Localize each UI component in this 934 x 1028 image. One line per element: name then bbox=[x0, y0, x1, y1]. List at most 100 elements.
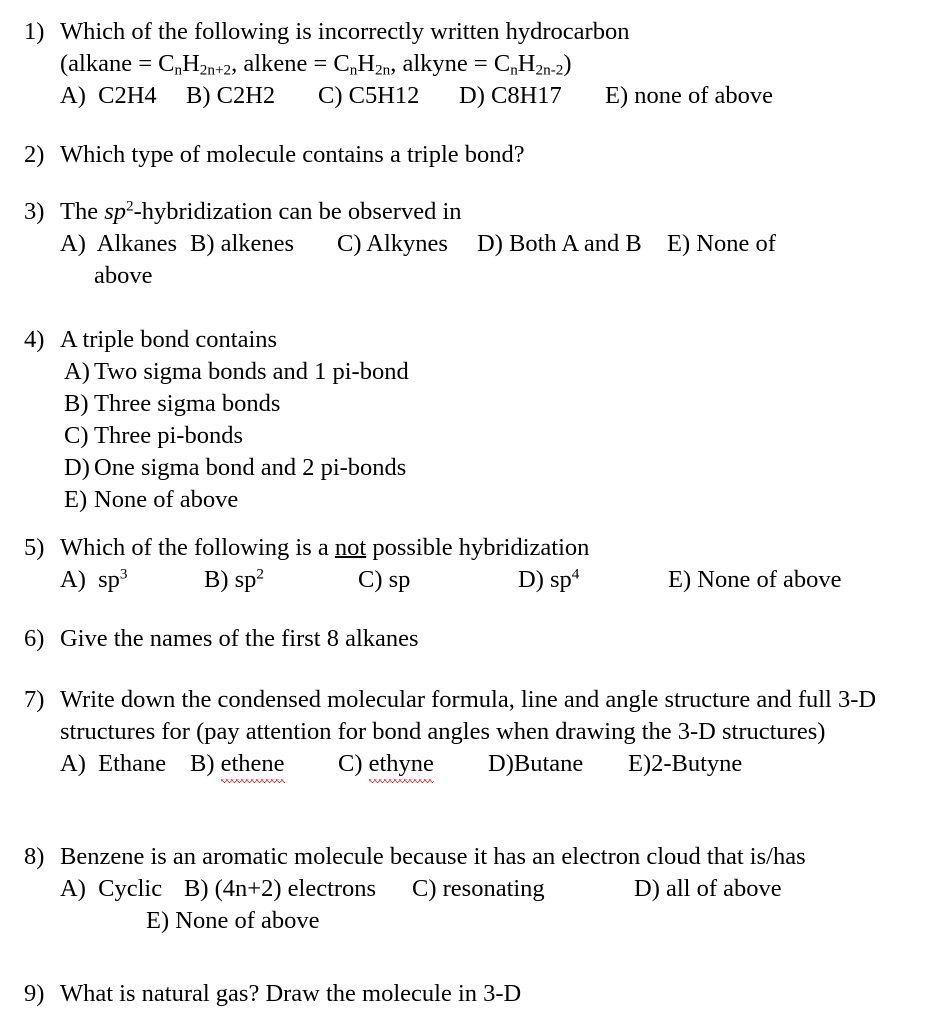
question-8-option-d[interactable]: D) all of above bbox=[634, 873, 782, 905]
option-label: D) bbox=[477, 230, 503, 257]
option-text: Alkynes bbox=[366, 230, 448, 257]
option-text: all of above bbox=[665, 875, 782, 902]
formula-alkane-sub-n: n bbox=[174, 61, 183, 79]
option-label: A) bbox=[60, 875, 86, 902]
question-3-number: 3) bbox=[24, 198, 45, 225]
option-text: sp bbox=[234, 566, 257, 593]
option-label: C) bbox=[412, 875, 437, 902]
question-3-option-e[interactable]: E) None of bbox=[667, 228, 776, 260]
question-1-option-c[interactable]: C) C5H12 bbox=[318, 80, 459, 112]
question-5-stem: Which of the following is a not possible… bbox=[60, 532, 924, 564]
option-text: One sigma bond and 2 pi-bonds bbox=[94, 454, 407, 481]
option-label: D) bbox=[518, 566, 544, 593]
option-label: B) bbox=[190, 230, 215, 257]
question-1-body: Which of the following is incorrectly wr… bbox=[60, 16, 924, 112]
question-7: 7) Write down the condensed molecular fo… bbox=[24, 684, 930, 783]
option-label: E) bbox=[605, 82, 629, 109]
question-7-options: A) Ethane B) ethene C) ethyne D)Butane E)2-B… bbox=[60, 748, 930, 783]
option-text: None of bbox=[696, 230, 776, 257]
question-7-option-c[interactable]: C) ethyne bbox=[338, 748, 488, 783]
question-8-option-a[interactable]: A) Cyclic bbox=[60, 873, 184, 905]
question-5-option-e[interactable]: E) None of above bbox=[668, 564, 841, 596]
question-8-option-e[interactable]: E) None of above bbox=[60, 905, 924, 937]
option-label: C) bbox=[64, 422, 89, 449]
question-4-option-d[interactable]: D) One sigma bond and 2 pi-bonds bbox=[64, 452, 924, 484]
question-2: 2) Which type of molecule contains a tri… bbox=[24, 139, 924, 171]
option-text: C2H2 bbox=[216, 82, 276, 109]
question-1-option-e[interactable]: E) none of above bbox=[605, 80, 773, 112]
option-label: D) bbox=[488, 750, 514, 777]
formula-sep-2: , alkyne = C bbox=[390, 50, 511, 77]
question-3-options: A) Alkanes B) alkenes C) Alkynes D) Both A … bbox=[60, 228, 924, 260]
formula-alkane-sub-2n2: 2n+2 bbox=[199, 61, 232, 79]
formula-alkane-label: (alkane = C bbox=[60, 50, 175, 77]
question-2-body: Which type of molecule contains a triple… bbox=[60, 139, 924, 171]
question-8-option-c[interactable]: C) resonating bbox=[412, 873, 634, 905]
question-5: 5) Which of the following is a not possi… bbox=[24, 532, 924, 596]
question-6-stem: Give the names of the first 8 alkanes bbox=[60, 625, 419, 652]
question-4-options: A) Two sigma bonds and 1 pi-bond B) Three … bbox=[60, 356, 924, 516]
question-4-option-a[interactable]: A) Two sigma bonds and 1 pi-bond bbox=[64, 356, 924, 388]
formula-alkene-sub-2n: 2n bbox=[375, 61, 391, 79]
question-8-body: Benzene is an aromatic molecule because … bbox=[60, 841, 924, 937]
formula-alkene-h: H bbox=[357, 50, 376, 77]
question-8-number: 8) bbox=[24, 843, 45, 870]
option-text: sp bbox=[388, 566, 411, 593]
question-7-body: Write down the condensed molecular formu… bbox=[60, 684, 930, 783]
question-3-option-b[interactable]: B) alkenes bbox=[190, 228, 337, 260]
question-4: 4) A triple bond contains A) Two sigma bo… bbox=[24, 324, 924, 516]
question-8: 8) Benzene is an aromatic molecule becau… bbox=[24, 841, 924, 937]
question-6-number: 6) bbox=[24, 625, 45, 652]
question-5-option-a[interactable]: A) sp3 bbox=[60, 564, 204, 596]
option-text: C2H4 bbox=[98, 82, 157, 109]
option-text: None of above bbox=[175, 907, 320, 934]
question-8-stem: Benzene is an aromatic molecule because … bbox=[60, 843, 806, 870]
question-5-option-c[interactable]: C) sp bbox=[358, 564, 518, 596]
option-text-misspelled: ethene bbox=[220, 748, 285, 783]
question-3-option-a[interactable]: A) Alkanes bbox=[60, 228, 190, 260]
question-5-option-d[interactable]: D) sp4 bbox=[518, 564, 668, 596]
option-text: sp bbox=[98, 566, 120, 593]
option-text: Alkanes bbox=[96, 230, 178, 257]
question-4-body: A triple bond contains A) Two sigma bonds… bbox=[60, 324, 924, 516]
question-7-stem: Write down the condensed molecular formu… bbox=[60, 686, 877, 745]
question-9-number: 9) bbox=[24, 980, 45, 1007]
question-7-option-d[interactable]: D)Butane bbox=[488, 748, 628, 780]
question-9-stem: What is natural gas? Draw the molecule i… bbox=[60, 980, 522, 1007]
formula-sep-1: , alkene = C bbox=[231, 50, 350, 77]
question-1-option-b[interactable]: B) C2H2 bbox=[186, 80, 318, 112]
option-superscript: 3 bbox=[119, 565, 128, 583]
question-3-option-d[interactable]: D) Both A and B bbox=[477, 228, 667, 260]
option-label: B) bbox=[64, 390, 89, 417]
option-superscript: 4 bbox=[571, 565, 580, 583]
question-3-option-c[interactable]: C) Alkynes bbox=[337, 228, 477, 260]
question-3-stem-sup: 2 bbox=[126, 197, 134, 215]
question-1-option-d[interactable]: D) C8H17 bbox=[459, 80, 605, 112]
question-4-option-e[interactable]: E) None of above bbox=[64, 484, 924, 516]
option-text: sp bbox=[549, 566, 572, 593]
option-label: D) bbox=[64, 454, 90, 481]
question-1-option-a[interactable]: A) C2H4 bbox=[60, 80, 186, 112]
question-3-stem: The sp2-hybridization can be observed in bbox=[60, 196, 924, 228]
option-text: None of above bbox=[94, 486, 239, 513]
option-text: none of above bbox=[634, 82, 774, 109]
option-label: A) bbox=[60, 566, 86, 593]
formula-alkyne-h: H bbox=[517, 50, 536, 77]
question-3-options-continuation: above bbox=[94, 262, 153, 289]
option-text: Both A and B bbox=[508, 230, 642, 257]
option-text: Cyclic bbox=[98, 875, 163, 902]
question-6-body: Give the names of the first 8 alkanes bbox=[60, 623, 924, 655]
question-7-option-b[interactable]: B) ethene bbox=[190, 748, 338, 783]
question-7-option-e[interactable]: E)2-Butyne bbox=[628, 748, 742, 780]
question-7-option-a[interactable]: A) Ethane bbox=[60, 748, 190, 780]
option-label: A) bbox=[64, 358, 90, 385]
option-label: C) bbox=[337, 230, 362, 257]
question-9: 9) What is natural gas? Draw the molecul… bbox=[24, 978, 924, 1010]
question-5-option-b[interactable]: B) sp2 bbox=[204, 564, 358, 596]
question-3-stem-pre: The bbox=[60, 198, 105, 225]
question-4-option-c[interactable]: C) Three pi-bonds bbox=[64, 420, 924, 452]
formula-alkyne-sub-2n-2: 2n-2 bbox=[535, 61, 564, 79]
option-text: C5H12 bbox=[348, 82, 420, 109]
question-8-option-b[interactable]: B) (4n+2) electrons bbox=[184, 873, 412, 905]
question-4-option-b[interactable]: B) Three sigma bonds bbox=[64, 388, 924, 420]
